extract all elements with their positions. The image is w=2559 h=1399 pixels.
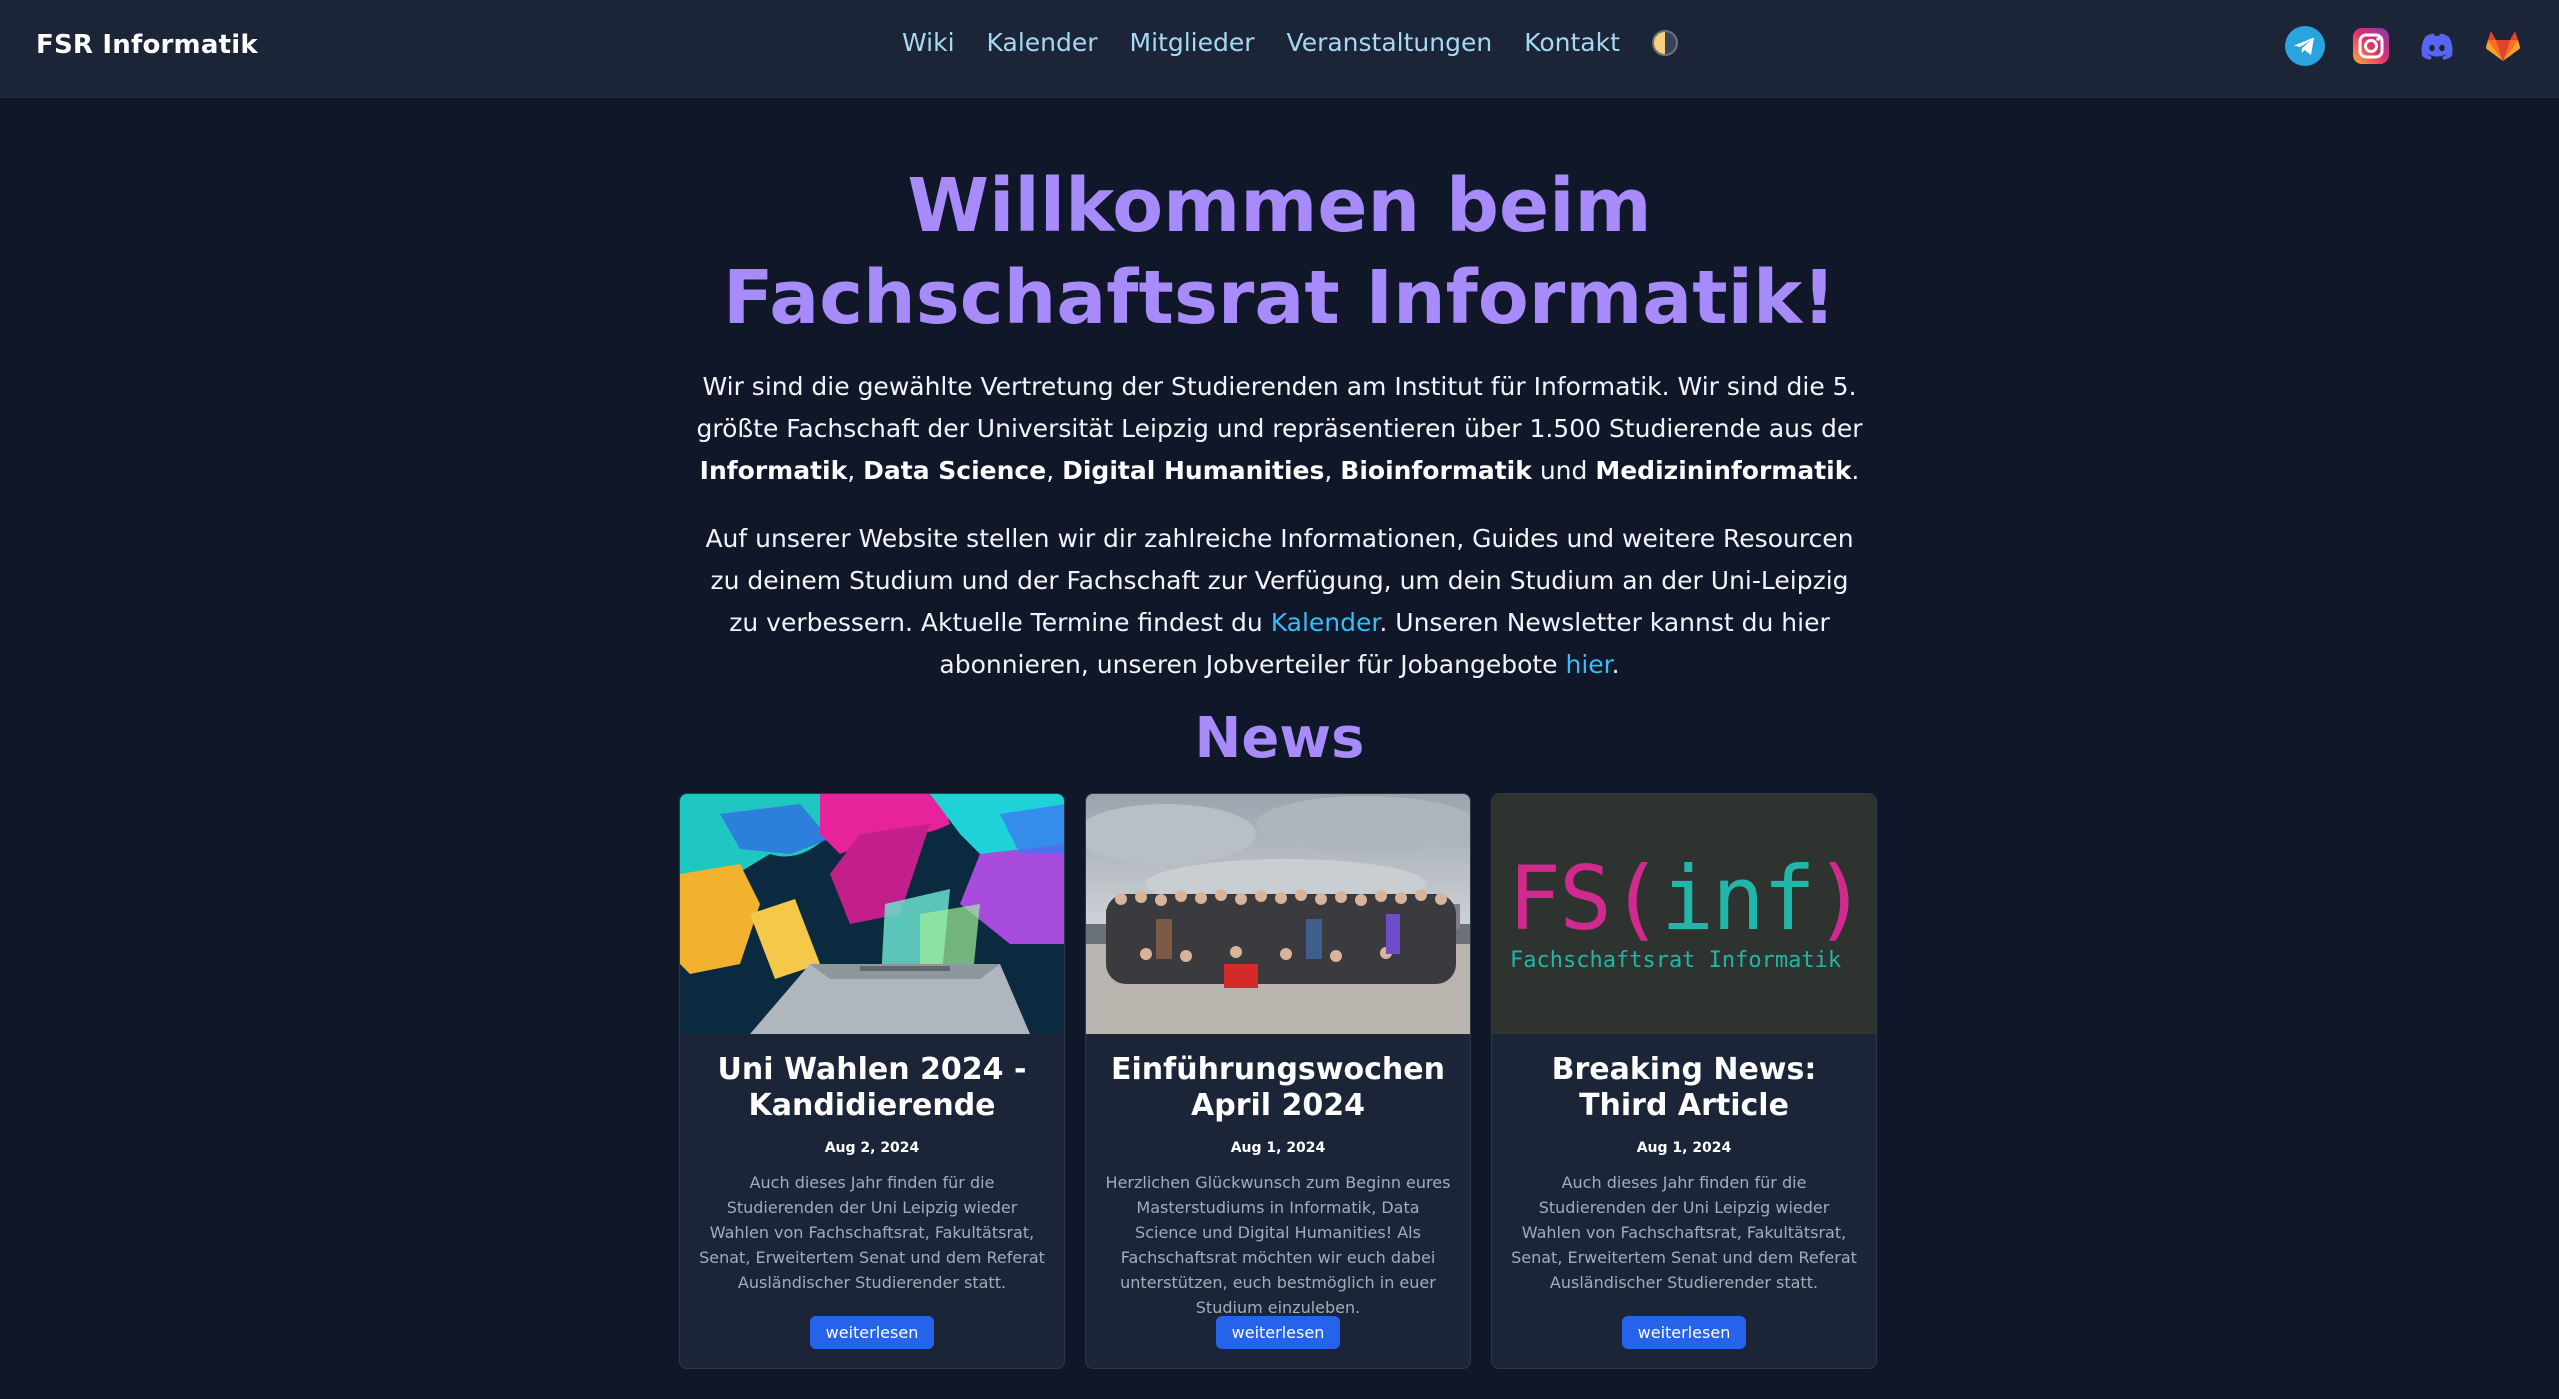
nav-link-kontakt[interactable]: Kontakt <box>1524 28 1620 57</box>
news-card: Uni Wahlen 2024 - Kandidierende Aug 2, 2… <box>679 793 1065 1369</box>
program-data-science: Data Science <box>863 456 1047 485</box>
separator: , <box>847 456 864 485</box>
card-title[interactable]: Uni Wahlen 2024 - Kandidierende <box>698 1052 1046 1124</box>
page-title: Willkommen beim Fachschaftsrat Informati… <box>630 160 1930 344</box>
card-title[interactable]: Breaking News: Third Article <box>1510 1052 1858 1124</box>
separator: und <box>1531 456 1596 485</box>
instagram-icon[interactable] <box>2351 26 2391 66</box>
nav-link-mitglieder[interactable]: Mitglieder <box>1130 28 1255 57</box>
card-date: Aug 1, 2024 <box>1230 1140 1326 1156</box>
telegram-icon[interactable] <box>2285 26 2325 66</box>
intro-paragraph: Wir sind die gewählte Vertretung der Stu… <box>695 366 1865 492</box>
program-digital-humanities: Digital Humanities <box>1062 456 1325 485</box>
program-informatik: Informatik <box>699 456 848 485</box>
program-bioinformatik: Bioinformatik <box>1340 456 1532 485</box>
intro-text: Wir sind die gewählte Vertretung der Stu… <box>696 372 1863 443</box>
news-card: Einführungswochen April 2024 Aug 1, 2024… <box>1085 793 1471 1369</box>
nav-link-veranstaltungen[interactable]: Veranstaltungen <box>1287 28 1493 57</box>
theme-toggle-icon[interactable] <box>1651 29 1678 56</box>
separator: , <box>1046 456 1063 485</box>
card-excerpt: Auch dieses Jahr finden für die Studiere… <box>699 1173 1045 1292</box>
news-cards: Uni Wahlen 2024 - Kandidierende Aug 2, 2… <box>679 793 1877 1369</box>
sentence-end: . <box>1851 456 1860 485</box>
page-title-line1: Willkommen beim <box>907 163 1652 249</box>
card-excerpt: Auch dieses Jahr finden für die Studiere… <box>1511 1173 1857 1292</box>
discord-icon[interactable] <box>2417 26 2457 66</box>
main-nav: Wiki Kalender Mitglieder Veranstaltungen… <box>902 28 1678 57</box>
card-date: Aug 2, 2024 <box>824 1140 920 1156</box>
card-date: Aug 1, 2024 <box>1636 1140 1732 1156</box>
card-title[interactable]: Einführungswochen April 2024 <box>1104 1052 1452 1124</box>
news-heading: News <box>1194 706 1365 771</box>
kalender-link[interactable]: Kalender <box>1271 608 1380 637</box>
read-more-button[interactable]: weiterlesen <box>809 1316 935 1349</box>
brand-logo-text[interactable]: FSR Informatik <box>36 30 258 60</box>
nav-link-kalender[interactable]: Kalender <box>987 28 1098 57</box>
gitlab-icon[interactable] <box>2483 26 2523 66</box>
sentence-end: . <box>1611 650 1620 679</box>
jobverteiler-link[interactable]: hier <box>1566 650 1612 679</box>
group-photo-image <box>1086 794 1470 1034</box>
page-title-line2: Fachschaftsrat Informatik! <box>723 255 1836 341</box>
program-medizininformatik: Medizininformatik <box>1595 456 1852 485</box>
card-excerpt: Herzlichen Glückwunsch zum Beginn eures … <box>1105 1173 1451 1317</box>
fsinf-logo-image: FS(inf) Fachschaftsrat Informatik <box>1492 794 1876 1034</box>
social-links <box>2285 26 2523 66</box>
nav-link-wiki[interactable]: Wiki <box>902 28 955 57</box>
logo-sub: Fachschaftsrat Informatik <box>1510 948 1842 973</box>
top-navbar: FSR Informatik Wiki Kalender Mitglieder … <box>0 0 2559 98</box>
website-info-paragraph: Auf unserer Website stellen wir dir zahl… <box>695 518 1865 686</box>
election-hands-image <box>680 794 1064 1034</box>
separator: , <box>1324 456 1341 485</box>
hero-section: Willkommen beim Fachschaftsrat Informati… <box>0 160 2559 686</box>
logo-main: FS(inf) <box>1508 847 1867 950</box>
read-more-button[interactable]: weiterlesen <box>1621 1316 1747 1349</box>
news-card: FS(inf) Fachschaftsrat Informatik Breaki… <box>1491 793 1877 1369</box>
read-more-button[interactable]: weiterlesen <box>1215 1316 1341 1349</box>
